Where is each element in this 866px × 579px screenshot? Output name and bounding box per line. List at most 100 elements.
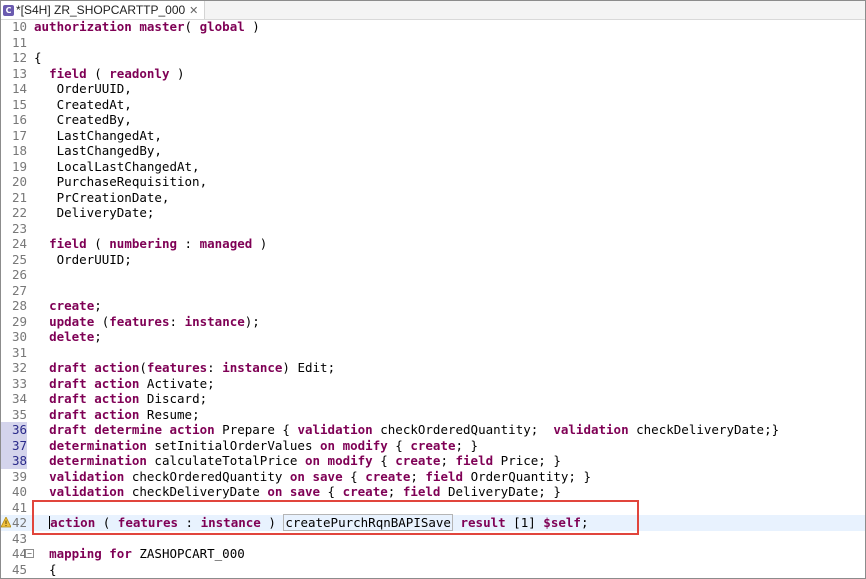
code-text: DeliveryDate; (34, 205, 155, 220)
text-caret (49, 516, 51, 529)
code-line[interactable]: 12 { (1, 50, 865, 66)
code-text: { (34, 561, 57, 577)
line-number: 22 (11, 205, 27, 220)
code-text: determination calculateTotalPrice on mod… (49, 453, 561, 468)
line-number: 40 (11, 484, 27, 499)
code-line[interactable]: 34 draft action Discard; (1, 391, 865, 407)
code-line[interactable]: 13 field ( readonly ) (1, 66, 865, 82)
code-line[interactable]: 17 LastChangedAt, (1, 128, 865, 144)
code-text: draft action Discard; (49, 391, 208, 406)
code-line[interactable]: 43 (1, 531, 865, 547)
code-text: CreatedBy, (34, 112, 132, 127)
line-number: 15 (11, 96, 27, 112)
code-line[interactable]: 23 (1, 221, 865, 237)
line-number: 41 (11, 499, 27, 515)
code-line[interactable]: 35 draft action Resume; (1, 407, 865, 423)
line-number: 21 (11, 189, 27, 205)
code-text: PrCreationDate, (34, 189, 170, 205)
line-number: 28 (11, 298, 27, 313)
code-line[interactable]: 10 authorization master( global ) (1, 19, 865, 35)
code-text: field ( numbering : managed ) (49, 236, 268, 251)
code-line[interactable]: 37 determination setInitialOrderValues o… (1, 437, 865, 453)
code-text: determination setInitialOrderValues on m… (49, 437, 479, 453)
line-number: 27 (11, 282, 27, 298)
code-line[interactable]: 33 draft action Activate; (1, 376, 865, 392)
code-text: CreatedAt, (34, 96, 132, 112)
editor-window: C *[S4H] ZR_SHOPCARTTP_000 ✕ 10 authoriza… (0, 0, 866, 579)
code-text: PurchaseRequisition, (34, 174, 208, 189)
line-number: 24 (11, 236, 27, 251)
line-number: 13 (11, 65, 27, 81)
line-number: 34 (11, 391, 27, 406)
line-number: 33 (11, 375, 27, 391)
code-text: field ( readonly ) (49, 65, 185, 81)
code-line[interactable]: 40 validation checkDeliveryDate on save … (1, 484, 865, 500)
code-line[interactable]: 14 OrderUUID, (1, 81, 865, 97)
code-text: { (34, 50, 42, 65)
code-line[interactable]: 11 (1, 35, 865, 51)
code-line[interactable]: 18 LastChangedBy, (1, 143, 865, 159)
code-line[interactable]: 42 action ( features : instance ) create… (1, 514, 865, 531)
line-number: 39 (11, 468, 27, 484)
code-line[interactable]: 44− mapping for ZASHOPCART_000 (1, 546, 865, 562)
editor-tab[interactable]: C *[S4H] ZR_SHOPCARTTP_000 ✕ (1, 1, 206, 19)
code-text: LocalLastChangedAt, (34, 158, 200, 174)
line-number: 16 (11, 112, 27, 127)
code-text: delete; (49, 329, 102, 344)
line-number: 17 (11, 127, 27, 143)
code-line[interactable]: 24 field ( numbering : managed ) (1, 236, 865, 252)
code-text: draft determine action Prepare { validat… (49, 422, 780, 437)
code-line[interactable]: 38 determination calculateTotalPrice on … (1, 453, 865, 469)
code-line[interactable]: 41 (1, 500, 865, 516)
line-number: 25 (11, 251, 27, 267)
code-line[interactable]: 20 PurchaseRequisition, (1, 174, 865, 190)
line-number: 18 (11, 143, 27, 158)
code-text: update (features: instance); (49, 313, 260, 329)
line-number: 32 (11, 360, 27, 375)
code-text: validation checkDeliveryDate on save { c… (49, 484, 561, 499)
code-line[interactable]: 36 draft determine action Prepare { vali… (1, 422, 865, 438)
code-line[interactable]: 27 (1, 283, 865, 299)
line-number: 36 (1, 422, 27, 438)
line-number: 44 (11, 546, 27, 561)
code-line[interactable]: 39 validation checkOrderedQuantity on sa… (1, 469, 865, 485)
code-text: create; (49, 298, 102, 313)
code-text: mapping for ZASHOPCART_000 (49, 546, 245, 561)
code-line[interactable]: 21 PrCreationDate, (1, 190, 865, 206)
code-text: LastChangedAt, (34, 127, 162, 143)
code-line[interactable]: 16 CreatedBy, (1, 112, 865, 128)
close-tab-icon[interactable]: ✕ (189, 4, 198, 17)
code-text: authorization master( global ) (34, 19, 260, 34)
warning-marker-icon[interactable] (1, 517, 11, 528)
line-number: 37 (1, 437, 27, 453)
code-line[interactable]: 15 CreatedAt, (1, 97, 865, 113)
line-number: 11 (11, 34, 27, 50)
code-line[interactable]: 29 update (features: instance); (1, 314, 865, 330)
code-line[interactable]: 45 { (1, 562, 865, 578)
line-number: 45 (11, 561, 27, 577)
line-number: 20 (11, 174, 27, 189)
line-number: 38 (1, 453, 27, 469)
code-line[interactable]: 32 draft action(features: instance) Edit… (1, 360, 865, 376)
line-number: 30 (11, 329, 27, 344)
line-number: 19 (11, 158, 27, 174)
code-line[interactable]: 28 create; (1, 298, 865, 314)
editor-tab-title: *[S4H] ZR_SHOPCARTTP_000 (16, 3, 186, 17)
code-text: validation checkOrderedQuantity on save … (49, 468, 591, 484)
code-text: LastChangedBy, (34, 143, 162, 158)
line-number: 31 (11, 344, 27, 360)
line-number: 26 (11, 267, 27, 282)
code-line[interactable]: 19 LocalLastChangedAt, (1, 159, 865, 175)
abap-file-icon: C (3, 4, 14, 16)
editor-tab-bar: C *[S4H] ZR_SHOPCARTTP_000 ✕ (1, 1, 865, 20)
code-text: draft action(features: instance) Edit; (49, 360, 336, 375)
code-line[interactable]: 30 delete; (1, 329, 865, 345)
code-line[interactable]: 26 (1, 267, 865, 283)
fold-toggle-icon[interactable]: − (25, 549, 34, 558)
code-line[interactable]: 31 (1, 345, 865, 361)
code-editor[interactable]: 10 authorization master( global ) 11 12 {13 … (1, 19, 865, 578)
code-text: draft action Activate; (49, 375, 215, 391)
line-number: 29 (11, 313, 27, 329)
code-line[interactable]: 25 OrderUUID; (1, 252, 865, 268)
code-line[interactable]: 22 DeliveryDate; (1, 205, 865, 221)
